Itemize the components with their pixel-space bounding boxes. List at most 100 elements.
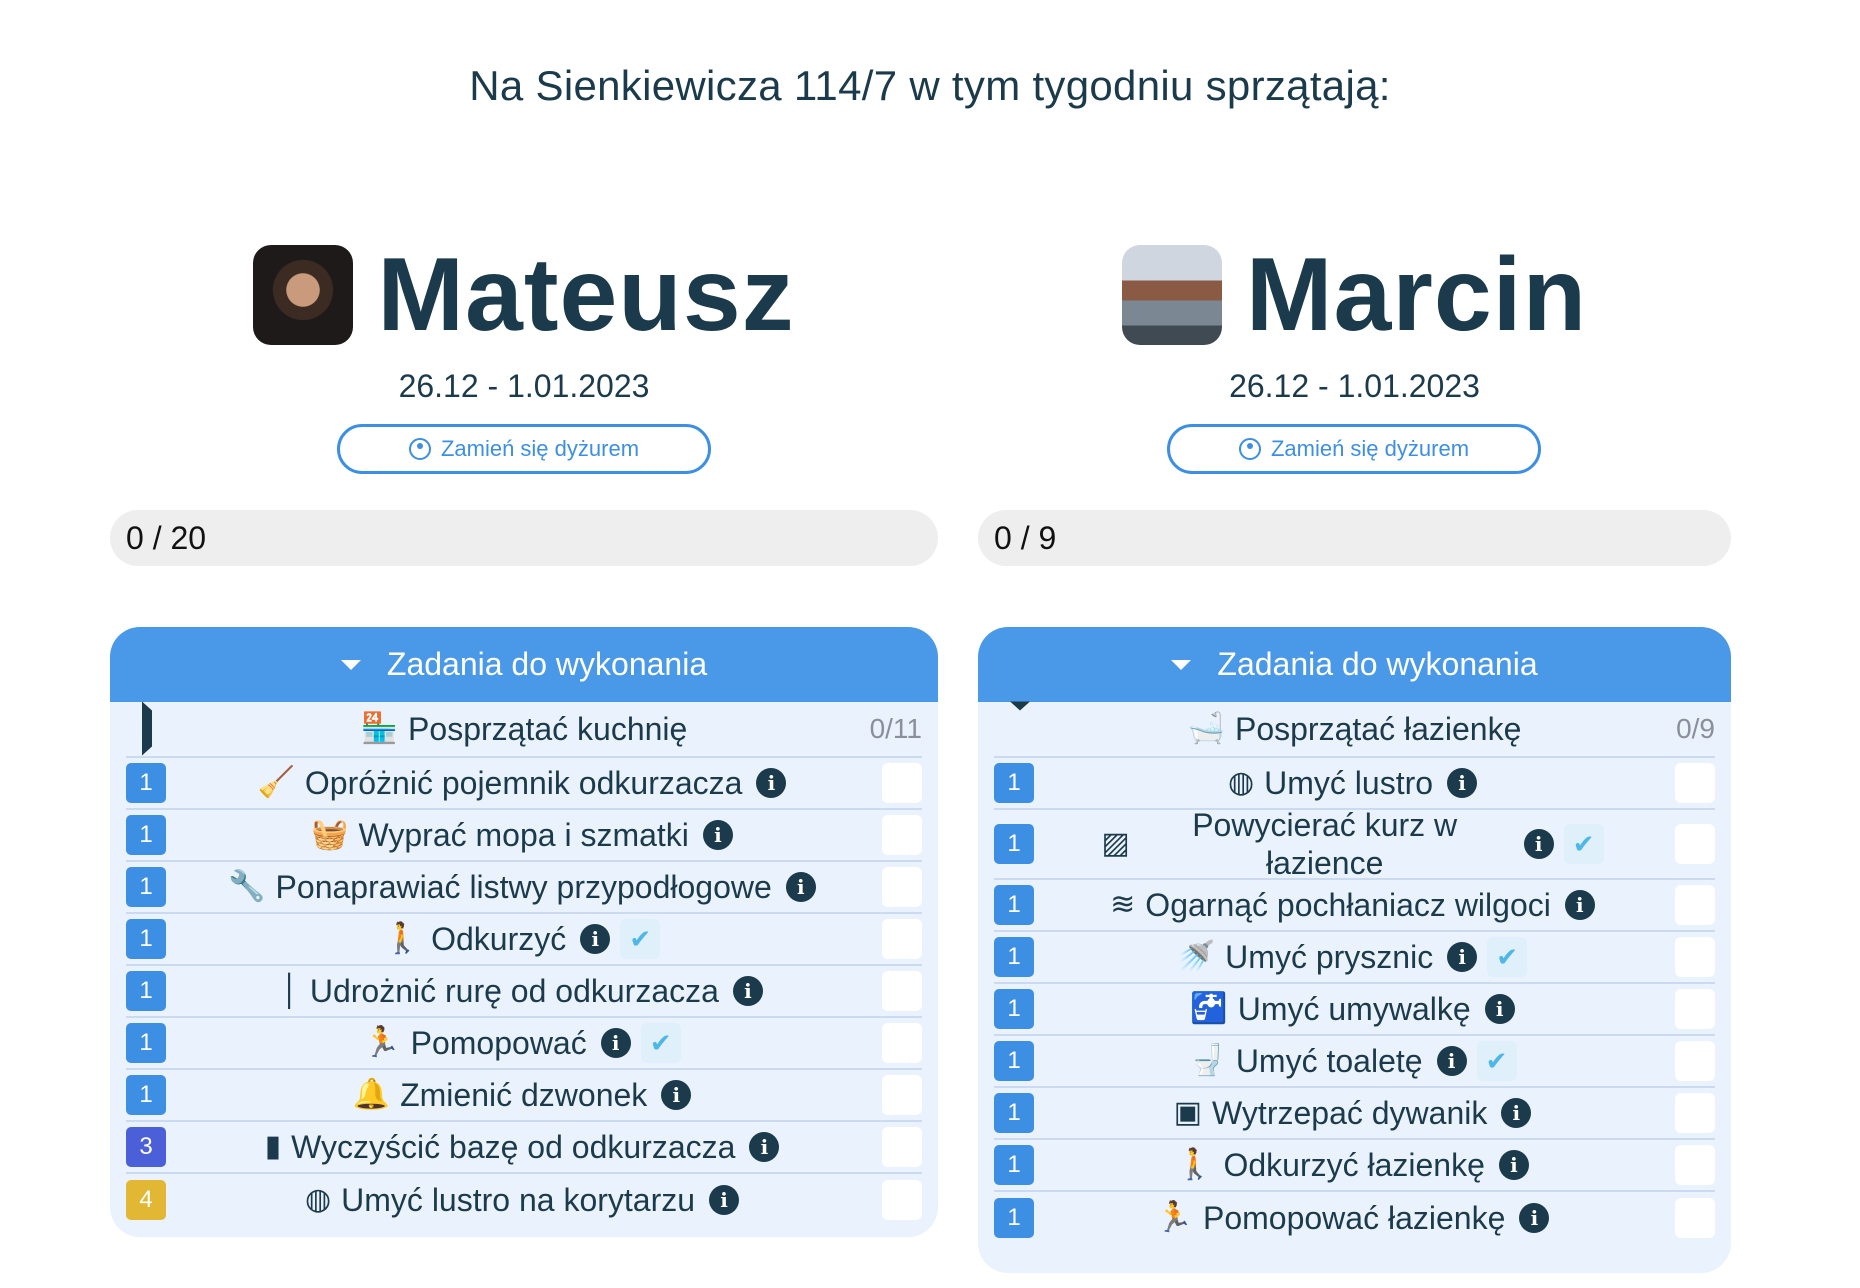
task-content: 🚶 Odkurzyć łazienkę i <box>1050 1140 1655 1190</box>
info-icon[interactable]: i <box>702 820 733 850</box>
task-checkbox[interactable] <box>882 763 922 803</box>
swap-duty-button[interactable]: Zamień się dyżurem <box>337 424 711 474</box>
points-badge: 1 <box>126 1023 166 1063</box>
info-icon[interactable]: i <box>1564 890 1595 920</box>
task-label: Wyprać mopa i szmatki <box>358 816 689 853</box>
task-checkbox[interactable] <box>1675 1198 1715 1238</box>
person-header: Mateusz <box>110 240 938 350</box>
task-label: Umyć lustro na korytarzu <box>341 1181 696 1218</box>
points-badge: 1 <box>994 937 1034 977</box>
task-checkbox[interactable] <box>1675 1041 1715 1081</box>
task-checkbox[interactable] <box>1675 824 1715 864</box>
progress-bar: 0 / 20 <box>110 510 938 566</box>
task-group-row[interactable]: 🏪 Posprzątać kuchnię 0/11 <box>126 701 922 758</box>
task-group-count: 0/9 <box>1676 713 1715 744</box>
caret-right-icon[interactable] <box>142 701 152 756</box>
points-badge: 1 <box>994 1093 1034 1133</box>
task-checkbox[interactable] <box>882 1180 922 1220</box>
date-range: 26.12 - 1.01.2023 <box>1229 368 1480 404</box>
swap-icon <box>408 438 431 460</box>
vacuum-base-icon: ▮ <box>264 1130 282 1163</box>
swap-icon <box>1238 438 1261 460</box>
avatar <box>1121 245 1222 345</box>
task-row: 1 🔔 Zmienić dzwonek i <box>126 1070 922 1122</box>
task-group-label: Posprzątać łazienkę <box>1234 710 1522 747</box>
info-icon[interactable]: i <box>1436 1046 1467 1076</box>
swap-duty-button[interactable]: Zamień się dyżurem <box>1167 424 1541 474</box>
caret-down-icon[interactable] <box>1010 701 1030 748</box>
checkmark-icon: ✔ <box>620 919 661 959</box>
tasks-panel: Zadania do wykonania 🏪 Posprzątać kuchni… <box>110 627 938 1237</box>
task-label: Odkurzyć <box>431 920 567 957</box>
task-checkbox[interactable] <box>1675 1093 1715 1133</box>
info-icon[interactable]: i <box>1501 1098 1532 1128</box>
points-badge: 1 <box>126 971 166 1011</box>
task-checkbox[interactable] <box>882 1075 922 1115</box>
task-content: 🚰 Umyć umywalkę i <box>1050 984 1655 1034</box>
checkmark-icon: ✔ <box>1563 824 1604 864</box>
shower-icon: 🚿 <box>1177 940 1216 973</box>
mirror-icon: ◍ <box>304 1183 332 1216</box>
task-group-row[interactable]: 🛁 Posprzątać łazienkę 0/9 <box>994 701 1715 758</box>
tasks-panel-title: Zadania do wykonania <box>386 646 708 682</box>
person-header: Marcin <box>978 240 1731 350</box>
task-label: Umyć prysznic <box>1225 938 1434 975</box>
info-icon[interactable]: i <box>1523 829 1554 859</box>
info-icon[interactable]: i <box>756 768 787 798</box>
bath-icon: 🛁 <box>1187 712 1225 745</box>
task-label: Ponaprawiać listwy przypodłogowe <box>275 868 772 905</box>
task-content: 🧹 Opróżnić pojemnik odkurzacza i <box>182 758 862 808</box>
task-label: Ogarnąć pochłaniacz wilgoci <box>1145 886 1551 923</box>
task-checkbox[interactable] <box>1675 989 1715 1029</box>
task-row: 1 🚽 Umyć toaletę i ✔ <box>994 1036 1715 1088</box>
task-list: 1 🧹 Opróżnić pojemnik odkurzacza i 1 🧺 Wyprać … <box>110 758 938 1226</box>
task-label: Umyć umywalkę <box>1237 990 1471 1027</box>
info-icon[interactable]: i <box>732 976 763 1006</box>
task-content: ▣ Wytrzepać dywanik i <box>1050 1088 1655 1138</box>
info-icon[interactable]: i <box>709 1185 740 1215</box>
task-row: 1 ◍ Umyć lustro i <box>994 758 1715 810</box>
info-icon[interactable]: i <box>785 872 816 902</box>
points-badge: 1 <box>994 989 1034 1029</box>
info-icon[interactable]: i <box>600 1028 631 1058</box>
task-checkbox[interactable] <box>1675 937 1715 977</box>
washing-icon: 🧺 <box>311 818 349 851</box>
task-row: 1 🔧 Ponaprawiać listwy przypodłogowe i <box>126 862 922 914</box>
tasks-panel-header[interactable]: Zadania do wykonania <box>110 627 938 702</box>
toilet-icon: 🚽 <box>1188 1044 1226 1077</box>
info-icon[interactable]: i <box>1519 1203 1550 1233</box>
info-icon[interactable]: i <box>661 1080 692 1110</box>
points-badge: 1 <box>994 1145 1034 1185</box>
info-icon[interactable]: i <box>749 1132 780 1162</box>
info-icon[interactable]: i <box>1498 1150 1529 1180</box>
task-checkbox[interactable] <box>882 1023 922 1063</box>
task-checkbox[interactable] <box>882 971 922 1011</box>
task-checkbox[interactable] <box>882 815 922 855</box>
task-list: 1 ◍ Umyć lustro i 1 ▨ Powycierać kurz w łazien… <box>978 758 1731 1244</box>
person-name: Marcin <box>1245 237 1588 353</box>
tasks-panel-header[interactable]: Zadania do wykonania <box>978 627 1731 702</box>
task-checkbox[interactable] <box>882 867 922 907</box>
swap-duty-label: Zamień się dyżurem <box>1270 436 1470 461</box>
points-badge: 1 <box>126 1075 166 1115</box>
task-row: 1 🧹 Opróżnić pojemnik odkurzacza i <box>126 758 922 810</box>
info-icon[interactable]: i <box>1484 994 1515 1024</box>
info-icon[interactable]: i <box>1447 768 1478 798</box>
task-content: ◍ Umyć lustro i <box>1050 758 1655 808</box>
points-badge: 1 <box>994 763 1034 803</box>
task-checkbox[interactable] <box>1675 763 1715 803</box>
info-icon[interactable]: i <box>1447 942 1478 972</box>
task-checkbox[interactable] <box>1675 885 1715 925</box>
vacuum-icon: 🧹 <box>257 766 295 799</box>
info-icon[interactable]: i <box>580 924 611 954</box>
sink-icon: 🚰 <box>1190 992 1228 1025</box>
task-checkbox[interactable] <box>882 919 922 959</box>
task-checkbox[interactable] <box>882 1127 922 1167</box>
person-mop-icon: 🏃 <box>1155 1201 1193 1234</box>
tasks-panel: Zadania do wykonania 🛁 Posprzątać łazien… <box>978 627 1731 1273</box>
person-vacuum-icon: 🚶 <box>383 922 422 955</box>
task-row: 4 ◍ Umyć lustro na korytarzu i <box>126 1174 922 1226</box>
task-checkbox[interactable] <box>1675 1145 1715 1185</box>
points-badge: 1 <box>126 919 166 959</box>
checkmark-icon: ✔ <box>1476 1041 1517 1081</box>
